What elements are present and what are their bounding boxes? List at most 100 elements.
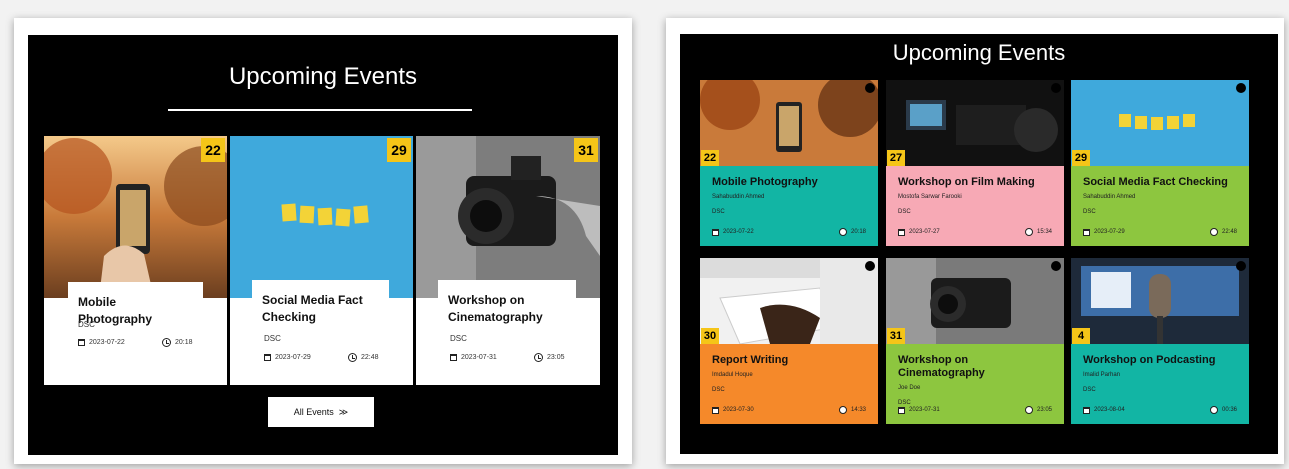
event-time-text: 20:18 bbox=[850, 229, 866, 235]
event-card[interactable]: 22 Mobile Photography Sahabuddin Ahmed DSC 2… bbox=[700, 80, 878, 246]
event-date: 2023-07-22 bbox=[712, 228, 754, 236]
calendar-icon bbox=[898, 228, 905, 236]
event-organizer: DSC bbox=[264, 334, 281, 343]
clock-icon bbox=[162, 338, 171, 347]
event-organizer: DSC bbox=[712, 209, 725, 215]
event-date-text: 2023-07-27 bbox=[909, 229, 940, 235]
clock-icon bbox=[838, 406, 847, 414]
event-card[interactable]: 29 Social Media Fact Checking Sahabuddin A… bbox=[1071, 80, 1249, 246]
event-card-body: Social Media Fact Checking Sahabuddin Ahm… bbox=[1071, 166, 1249, 246]
calendar-icon bbox=[712, 406, 719, 414]
info-icon[interactable] bbox=[1236, 83, 1246, 93]
event-speaker: Sahabuddin Ahmed bbox=[1083, 194, 1136, 200]
event-date: 2023-07-31 bbox=[450, 354, 497, 361]
calendar-icon bbox=[898, 406, 905, 414]
clock-icon bbox=[1209, 406, 1218, 414]
event-card[interactable]: 27 Workshop on Film Making Mostofa Sarwar … bbox=[886, 80, 1064, 246]
event-card[interactable]: 31 Workshop on Cinematography DSC 2023-0… bbox=[416, 136, 600, 385]
calendar-icon bbox=[78, 339, 85, 346]
event-date: 2023-07-29 bbox=[264, 354, 311, 361]
info-icon[interactable] bbox=[865, 261, 875, 271]
event-time-text: 23:05 bbox=[1036, 407, 1052, 413]
event-image bbox=[1071, 258, 1249, 344]
event-title[interactable]: Workshop on Cinematography bbox=[438, 292, 576, 326]
event-speaker: Sahabuddin Ahmed bbox=[712, 194, 765, 200]
event-title[interactable]: Mobile Photography bbox=[712, 176, 866, 189]
event-card[interactable]: 4 Workshop on Podcasting Imalid Parhan DSC 2… bbox=[1071, 258, 1249, 424]
event-time: 23:05 bbox=[534, 353, 565, 362]
event-date-badge: 27 bbox=[887, 150, 905, 166]
event-date-text: 2023-07-31 bbox=[461, 354, 497, 361]
event-organizer: DSC bbox=[450, 334, 467, 343]
info-icon[interactable] bbox=[865, 83, 875, 93]
event-date-badge: 22 bbox=[201, 138, 225, 162]
clock-icon bbox=[1209, 228, 1218, 236]
event-title[interactable]: Workshop on Film Making bbox=[898, 176, 1052, 189]
all-events-label: All Events bbox=[293, 407, 334, 417]
event-image bbox=[700, 258, 878, 344]
section-title: Upcoming Events bbox=[892, 40, 1066, 65]
event-card[interactable]: 29 Social Media Fact Checking DSC 2023-0… bbox=[230, 136, 413, 385]
event-card[interactable]: 22 Mobile Photography DSC 2023-07-22 20:… bbox=[44, 136, 227, 385]
event-image bbox=[1071, 80, 1249, 166]
event-title[interactable]: Workshop on Podcasting bbox=[1083, 354, 1237, 367]
info-icon[interactable] bbox=[1236, 261, 1246, 271]
event-card-body: Social Media Fact Checking bbox=[252, 280, 389, 385]
left-events-section: Upcoming Events 22 Mobile Photography DS… bbox=[28, 35, 618, 455]
event-date-text: 2023-07-22 bbox=[89, 339, 125, 346]
clock-icon bbox=[348, 353, 357, 362]
clock-icon bbox=[534, 353, 543, 362]
event-time: 20:18 bbox=[838, 228, 866, 236]
event-date: 2023-07-27 bbox=[898, 228, 940, 236]
event-time-text: 22:48 bbox=[1221, 229, 1237, 235]
title-underline bbox=[168, 109, 472, 111]
event-card[interactable]: 31 Workshop on Cinematography Joe Doe DSC 20… bbox=[886, 258, 1064, 424]
event-title[interactable]: Report Writing bbox=[712, 354, 866, 367]
info-icon[interactable] bbox=[1051, 83, 1061, 93]
event-card-body: Mobile Photography bbox=[68, 282, 203, 385]
event-date-badge: 30 bbox=[701, 328, 719, 344]
event-time-text: 15:34 bbox=[1036, 229, 1052, 235]
event-image bbox=[886, 258, 1064, 344]
event-card-body: Workshop on Cinematography bbox=[438, 280, 576, 385]
calendar-icon bbox=[1083, 228, 1090, 236]
event-image-mobile-photography bbox=[44, 136, 227, 298]
event-organizer: DSC bbox=[78, 320, 95, 329]
event-speaker: Mostofa Sarwar Farooki bbox=[898, 194, 962, 200]
event-date-badge: 31 bbox=[574, 138, 598, 162]
calendar-icon bbox=[712, 228, 719, 236]
event-title[interactable]: Social Media Fact Checking bbox=[1083, 176, 1237, 189]
event-time: 20:18 bbox=[162, 338, 193, 347]
event-title[interactable]: Social Media Fact Checking bbox=[252, 292, 389, 326]
calendar-icon bbox=[1083, 406, 1090, 414]
event-time: 00:36 bbox=[1209, 406, 1237, 414]
event-meta: 2023-07-27 15:34 bbox=[898, 228, 1052, 236]
event-image-social-media bbox=[230, 136, 413, 298]
event-time: 22:48 bbox=[348, 353, 379, 362]
calendar-icon bbox=[450, 354, 457, 361]
event-time: 15:34 bbox=[1024, 228, 1052, 236]
event-date-badge: 22 bbox=[701, 150, 719, 166]
event-title[interactable]: Workshop on Cinematography bbox=[898, 354, 1052, 380]
event-time: 14:33 bbox=[838, 406, 866, 414]
event-date-text: 2023-07-29 bbox=[1094, 229, 1125, 235]
info-icon[interactable] bbox=[1051, 261, 1061, 271]
event-image bbox=[700, 80, 878, 166]
all-events-button[interactable]: All Events ≫ bbox=[268, 397, 374, 427]
event-speaker: Joe Doe bbox=[898, 385, 921, 391]
event-card-body: Workshop on Film Making Mostofa Sarwar Fa… bbox=[886, 166, 1064, 246]
event-speaker: Imdadul Hoque bbox=[712, 372, 753, 378]
event-card-body: Workshop on Podcasting Imalid Parhan DSC 20… bbox=[1071, 344, 1249, 424]
event-time-text: 23:05 bbox=[547, 354, 565, 361]
left-screenshot-frame: Upcoming Events 22 Mobile Photography DS… bbox=[14, 18, 632, 464]
clock-icon bbox=[1024, 228, 1033, 236]
clock-icon bbox=[1024, 406, 1033, 414]
event-card-body: Mobile Photography Sahabuddin Ahmed DSC 202… bbox=[700, 166, 878, 246]
event-time-text: 20:18 bbox=[175, 339, 193, 346]
event-card[interactable]: 30 Report Writing Imdadul Hoque DSC 2023-07-… bbox=[700, 258, 878, 424]
event-meta: 2023-07-29 22:48 bbox=[1083, 228, 1237, 236]
event-time-text: 00:36 bbox=[1221, 407, 1237, 413]
event-speaker: Imalid Parhan bbox=[1083, 372, 1121, 378]
event-meta: 2023-08-04 00:36 bbox=[1083, 406, 1237, 414]
event-date-badge: 29 bbox=[1072, 150, 1090, 166]
